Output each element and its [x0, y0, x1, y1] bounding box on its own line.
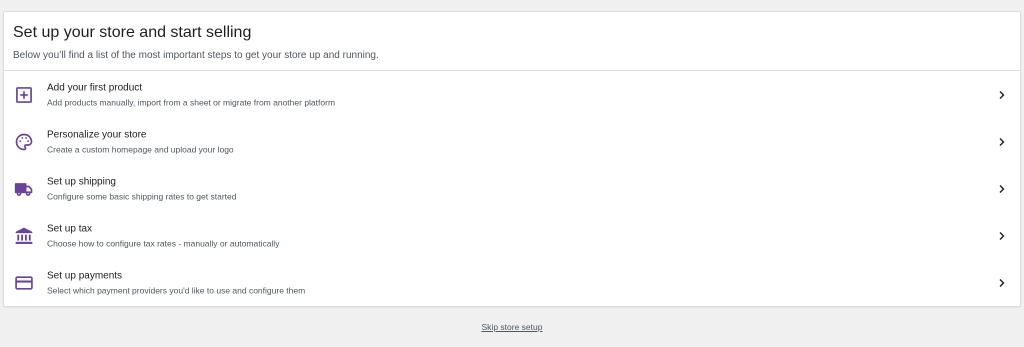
- task-description: Configure some basic shipping rates to g…: [47, 191, 237, 202]
- task-title: Set up payments: [47, 270, 123, 282]
- task-description: Select which payment providers you'd lik…: [47, 285, 306, 296]
- bank-icon: [14, 226, 34, 246]
- task-set-up-payments[interactable]: Set up payments Select which payment pro…: [4, 260, 1020, 307]
- task-add-product[interactable]: Add your first product Add products manu…: [4, 71, 1020, 118]
- task-title: Set up shipping: [47, 176, 116, 188]
- card-title: Set up your store and start selling: [13, 24, 252, 41]
- task-description: Add products manually, import from a she…: [47, 97, 336, 108]
- chevron-right-icon: [997, 90, 1007, 100]
- chevron-right-icon: [997, 231, 1007, 241]
- task-title: Set up tax: [47, 223, 93, 235]
- task-text: Add your first product Add products manu…: [47, 81, 335, 108]
- task-title: Personalize your store: [47, 129, 147, 141]
- task-text: Set up shipping Configure some basic shi…: [47, 175, 236, 202]
- palette-icon: [14, 132, 34, 152]
- skip-setup-container: Skip store setup: [0, 322, 1024, 333]
- skip-store-setup-link[interactable]: Skip store setup: [482, 322, 543, 332]
- task-title: Add your first product: [47, 82, 143, 94]
- chevron-right-icon: [997, 137, 1007, 147]
- task-set-up-shipping[interactable]: Set up shipping Configure some basic shi…: [4, 165, 1020, 212]
- add-box-icon: [14, 85, 34, 105]
- card-subtitle: Below you’ll find a list of the most imp…: [13, 50, 379, 61]
- task-text: Set up tax Choose how to configure tax r…: [47, 223, 279, 250]
- task-description: Choose how to configure tax rates - manu…: [47, 238, 280, 249]
- chevron-right-icon: [997, 184, 1007, 194]
- chevron-right-icon: [997, 278, 1007, 288]
- task-text: Personalize your store Create a custom h…: [47, 128, 234, 155]
- task-set-up-tax[interactable]: Set up tax Choose how to configure tax r…: [4, 213, 1020, 260]
- task-description: Create a custom homepage and upload your…: [47, 144, 234, 155]
- task-text: Set up payments Select which payment pro…: [47, 270, 305, 297]
- setup-checklist-card: Set up your store and start selling Belo…: [3, 11, 1021, 307]
- truck-icon: [14, 179, 34, 199]
- credit-card-icon: [14, 273, 34, 293]
- task-personalize-store[interactable]: Personalize your store Create a custom h…: [4, 118, 1020, 165]
- task-list: Add your first product Add products manu…: [4, 71, 1020, 307]
- card-header: Set up your store and start selling Belo…: [4, 12, 1020, 71]
